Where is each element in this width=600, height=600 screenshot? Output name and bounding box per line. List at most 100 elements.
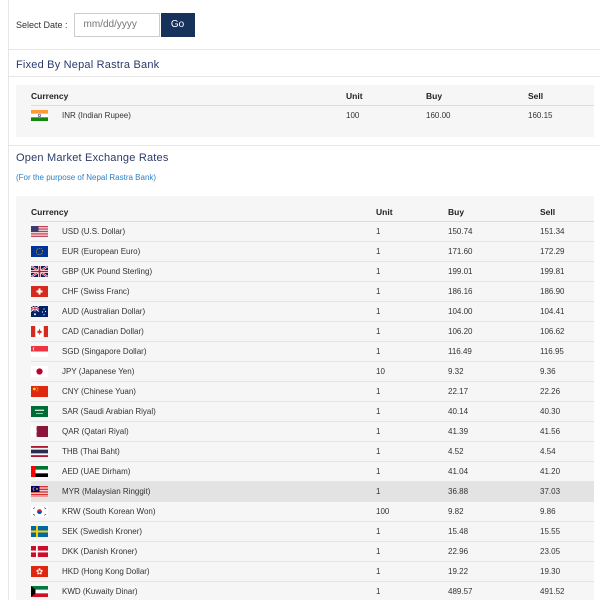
table-row: USD (U.S. Dollar) 1 150.74 151.34 [31,221,594,242]
ch-flag-icon [31,285,48,297]
currency-cell: EUR (European Euro) [31,241,376,262]
table-row: AUD (Australian Dollar) 1 104.00 104.41 [31,301,594,322]
currency-cell: CHF (Swiss Franc) [31,281,376,302]
sell-cell: 41.56 [540,421,594,442]
table-row: SGD (Singapore Dollar) 1 116.49 116.95 [31,341,594,362]
currency-cell: AED (UAE Dirham) [31,461,376,482]
buy-cell: 19.22 [448,561,540,582]
sell-cell: 19.30 [540,561,594,582]
sell-cell: 9.36 [540,361,594,382]
table-row: MYR (Malaysian Ringgit) 1 36.88 37.03 [31,481,594,502]
currency-name: EUR (European Euro) [62,246,141,256]
unit-cell: 1 [376,541,448,562]
divider [9,76,600,77]
unit-cell: 1 [376,521,448,542]
unit-cell: 1 [376,321,448,342]
us-flag-icon [31,225,48,237]
currency-name: SEK (Swedish Kroner) [62,526,143,536]
fixed-section-title: Fixed By Nepal Rastra Bank [16,59,160,71]
buy-cell: 106.20 [448,321,540,342]
sg-flag-icon [31,345,48,357]
table-row: DKK (Danish Kroner) 1 22.96 23.05 [31,541,594,562]
eu-flag-icon [31,245,48,257]
date-input[interactable] [73,12,160,37]
buy-cell: 4.52 [448,441,540,462]
sell-cell: 116.95 [540,341,594,362]
buy-cell: 9.82 [448,501,540,522]
fixed-rates-panel: Currency Unit Buy Sell INR (Indian Rupee… [16,85,594,137]
buy-cell: 104.00 [448,301,540,322]
sell-cell: 41.20 [540,461,594,482]
unit-cell: 1 [376,301,448,322]
sell-cell: 172.29 [540,241,594,262]
unit-cell: 1 [376,586,381,596]
sell-header: Sell [528,87,594,106]
unit-cell: 1 [376,221,448,242]
cn-flag-icon [31,385,48,397]
table-row: CNY (Chinese Yuan) 1 22.17 22.26 [31,381,594,402]
unit-cell: 1 [376,381,448,402]
currency-cell: SAR (Saudi Arabian Riyal) [31,401,376,422]
select-date-label: Select Date : [16,19,68,30]
sell-cell: 23.05 [540,541,594,562]
table-header-row: Currency Unit Buy Sell [31,203,594,222]
buy-cell: 150.74 [448,221,540,242]
sell-cell: 9.86 [540,501,594,522]
currency-name: INR (Indian Rupee) [62,110,131,120]
sell-cell: 151.34 [540,221,594,242]
open-market-section-title: Open Market Exchange Rates [16,152,169,164]
buy-cell: 116.49 [448,341,540,362]
in-flag-icon [31,109,48,121]
go-button[interactable]: Go [160,12,195,37]
table-row: SAR (Saudi Arabian Riyal) 1 40.14 40.30 [31,401,594,422]
unit-cell: 1 [376,241,448,262]
unit-cell: 1 [376,421,448,442]
table-row: INR (Indian Rupee) 100 160.00 160.15 [31,105,594,125]
buy-cell: 199.01 [448,261,540,282]
unit-cell: 10 [376,361,448,382]
currency-name: SAR (Saudi Arabian Riyal) [62,406,156,416]
kr-flag-icon [31,505,48,517]
currency-name: AED (UAE Dirham) [62,466,131,476]
ca-flag-icon [31,325,48,337]
sell-cell: 40.30 [540,401,594,422]
currency-cell: SEK (Swedish Kroner) [31,521,376,542]
currency-cell: GBP (UK Pound Sterling) [31,261,376,282]
table-row: KRW (South Korean Won) 100 9.82 9.86 [31,501,594,522]
gb-flag-icon [31,265,48,277]
my-flag-icon [31,485,48,497]
unit-header: Unit [376,203,448,222]
unit-cell: 1 [376,261,448,282]
buy-cell: 489.57 [448,586,473,596]
unit-cell: 1 [376,281,448,302]
currency-name: JPY (Japanese Yen) [62,366,135,376]
table-row: THB (Thai Baht) 1 4.52 4.54 [31,441,594,462]
currency-cell: DKK (Danish Kroner) [31,541,376,562]
unit-cell: 100 [346,110,360,120]
hk-flag-icon [31,565,48,577]
open-market-panel: Currency Unit Buy Sell USD (U.S. Dollar)… [16,196,594,600]
unit-cell: 100 [376,501,448,522]
sell-cell: 491.52 [540,586,565,596]
currency-name: USD (U.S. Dollar) [62,226,126,236]
kw-flag-icon [31,585,48,597]
currency-name: HKD (Hong Kong Dollar) [62,566,150,576]
currency-header: Currency [31,87,346,106]
au-flag-icon [31,305,48,317]
buy-cell: 40.14 [448,401,540,422]
buy-cell: 36.88 [448,481,540,502]
sell-cell: 160.15 [528,110,553,120]
buy-cell: 15.48 [448,521,540,542]
buy-cell: 22.17 [448,381,540,402]
sell-cell: 15.55 [540,521,594,542]
currency-name: CHF (Swiss Franc) [62,286,130,296]
currency-name: MYR (Malaysian Ringgit) [62,486,151,496]
currency-cell: USD (U.S. Dollar) [31,221,376,242]
table-row: JPY (Japanese Yen) 10 9.32 9.36 [31,361,594,382]
currency-name: THB (Thai Baht) [62,446,120,456]
ae-flag-icon [31,465,48,477]
buy-header: Buy [448,203,540,222]
currency-name: AUD (Australian Dollar) [62,306,146,316]
sell-cell: 106.62 [540,321,594,342]
table-row: EUR (European Euro) 1 171.60 172.29 [31,241,594,262]
